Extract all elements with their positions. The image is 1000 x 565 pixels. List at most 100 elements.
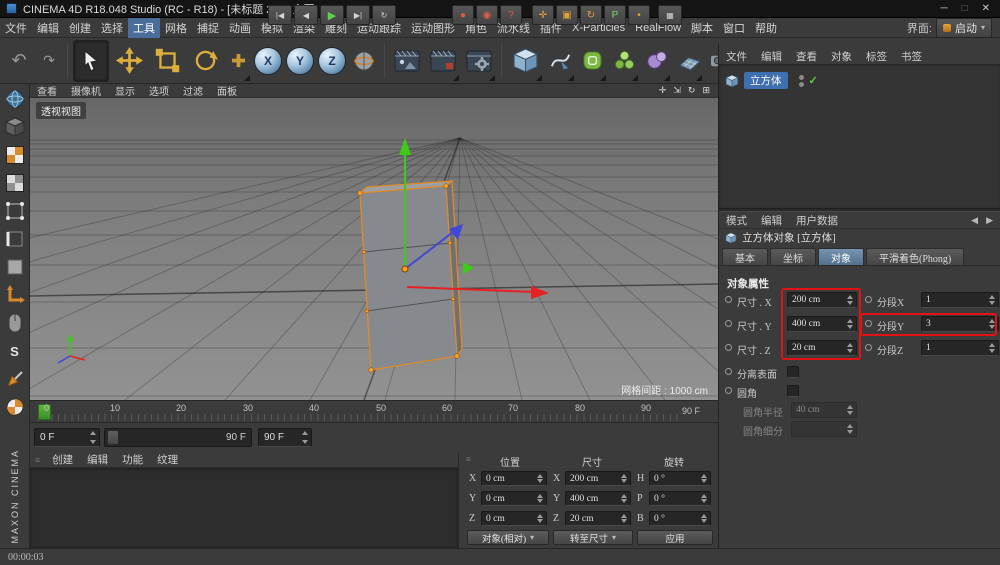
tab-basic[interactable]: 基本 xyxy=(722,248,768,265)
interface-dropdown[interactable]: 启动 ▾ xyxy=(936,18,992,38)
minimize-button[interactable]: ─ xyxy=(940,3,947,14)
om-menu-tags[interactable]: 标签 xyxy=(859,49,894,64)
attr-size-z-field[interactable]: 20 cm xyxy=(787,340,857,356)
viewport-menu-panel[interactable]: 面板 xyxy=(210,83,244,98)
am-menu-mode[interactable]: 模式 xyxy=(719,213,754,228)
om-menu-view[interactable]: 查看 xyxy=(789,49,824,64)
rot-h-field[interactable]: 0 ° xyxy=(649,471,711,486)
render-settings-button[interactable] xyxy=(462,40,496,82)
redo-button[interactable]: ↷ xyxy=(36,40,62,82)
history-forward-icon[interactable]: ▶ xyxy=(986,215,993,226)
viewport-solo-icon[interactable] xyxy=(3,311,27,335)
anim-dot-icon[interactable] xyxy=(725,387,732,394)
tab-phong[interactable]: 平滑着色(Phong) xyxy=(866,248,964,265)
object-list[interactable]: 立方体 ✓ xyxy=(719,64,1000,208)
tab-coordinates[interactable]: 坐标 xyxy=(770,248,816,265)
record-parameter-toggle[interactable]: P xyxy=(604,5,626,25)
lock-x-axis-button[interactable]: X xyxy=(254,47,282,75)
make-editable-icon[interactable] xyxy=(3,87,27,111)
segments-x-field[interactable]: 1 xyxy=(921,292,999,308)
keyframe-grid-button[interactable]: ▦ xyxy=(658,5,682,25)
add-spline-button[interactable] xyxy=(545,40,575,82)
om-menu-edit[interactable]: 编辑 xyxy=(754,49,789,64)
om-menu-bookmarks[interactable]: 书签 xyxy=(894,49,929,64)
live-selection-tool[interactable] xyxy=(73,40,109,82)
om-menu-objects[interactable]: 对象 xyxy=(824,49,859,64)
polygons-mode-icon[interactable] xyxy=(3,255,27,279)
rot-b-field[interactable]: 0 ° xyxy=(649,511,711,526)
viewport-menu-cameras[interactable]: 摄像机 xyxy=(64,83,108,98)
viewport-menu-options[interactable]: 选项 xyxy=(142,83,176,98)
add-array-button[interactable] xyxy=(609,40,639,82)
workplane-mode-icon[interactable] xyxy=(3,171,27,195)
add-deformer-button[interactable] xyxy=(641,40,671,82)
material-menu-texture[interactable]: 纹理 xyxy=(150,452,185,467)
anim-dot-icon[interactable] xyxy=(725,344,732,351)
viewport-menu-view[interactable]: 查看 xyxy=(30,83,64,98)
rotate-view-icon[interactable]: ↻ xyxy=(688,85,696,96)
keyframe-selection-button[interactable]: ? xyxy=(500,5,522,25)
menu-script[interactable]: 脚本 xyxy=(686,18,718,38)
record-rotation-toggle[interactable]: ↻ xyxy=(580,5,602,25)
texture-mode-icon[interactable] xyxy=(3,143,27,167)
anim-dot-icon[interactable] xyxy=(865,320,872,327)
size-y-field[interactable]: 400 cm xyxy=(565,491,631,506)
fillet-checkbox[interactable] xyxy=(787,385,799,397)
menu-create[interactable]: 创建 xyxy=(64,18,96,38)
convert-size-dropdown[interactable]: 转至尺寸▾ xyxy=(553,530,633,545)
material-list-area[interactable] xyxy=(30,468,458,548)
history-back-icon[interactable]: ◀ xyxy=(971,215,978,226)
loop-mode-button[interactable]: ↻ xyxy=(372,5,396,25)
pos-x-field[interactable]: 0 cm xyxy=(481,471,547,486)
anim-dot-icon[interactable] xyxy=(865,296,872,303)
render-view-button[interactable] xyxy=(390,40,424,82)
add-primitive-button[interactable] xyxy=(507,40,543,82)
om-menu-file[interactable]: 文件 xyxy=(719,49,754,64)
menu-file[interactable]: 文件 xyxy=(0,18,32,38)
attr-size-y-field[interactable]: 400 cm xyxy=(787,316,857,332)
menu-animate[interactable]: 动画 xyxy=(224,18,256,38)
visibility-dots-icon[interactable] xyxy=(799,75,804,87)
attr-size-x-field[interactable]: 200 cm xyxy=(787,292,857,308)
am-menu-userdata[interactable]: 用户数据 xyxy=(789,213,845,228)
menu-snap[interactable]: 捕捉 xyxy=(192,18,224,38)
panel-handle-icon[interactable]: ≡ xyxy=(30,455,45,465)
segments-z-field[interactable]: 1 xyxy=(921,340,999,356)
timeline-ruler[interactable]: 0 10 20 30 40 50 60 70 80 90 90 F xyxy=(30,400,718,422)
last-used-tool[interactable] xyxy=(225,40,251,82)
lock-y-axis-button[interactable]: Y xyxy=(286,47,314,75)
menu-mesh[interactable]: 网格 xyxy=(160,18,192,38)
anim-dot-icon[interactable] xyxy=(725,320,732,327)
edges-mode-icon[interactable] xyxy=(3,227,27,251)
render-picture-viewer-button[interactable] xyxy=(426,40,460,82)
rot-p-field[interactable]: 0 ° xyxy=(649,491,711,506)
view-label[interactable]: 透视视图 xyxy=(36,102,86,119)
viewport-menu-filter[interactable]: 过滤 xyxy=(176,83,210,98)
lock-z-axis-button[interactable]: Z xyxy=(318,47,346,75)
menu-tools[interactable]: 工具 xyxy=(128,18,160,38)
axis-mode-icon[interactable] xyxy=(3,283,27,307)
move-tool[interactable] xyxy=(111,40,147,82)
viewport-canvas[interactable]: 网格间距 : 1000 cm 透视视图 xyxy=(30,98,718,400)
snap-icon[interactable]: S xyxy=(3,339,27,363)
anim-dot-icon[interactable] xyxy=(865,344,872,351)
autokey-button[interactable]: ◉ xyxy=(476,5,498,25)
separate-surfaces-checkbox[interactable] xyxy=(787,366,799,378)
slider-thumb[interactable] xyxy=(107,430,119,445)
add-subdivision-surface-button[interactable] xyxy=(577,40,607,82)
record-scale-toggle[interactable]: ▣ xyxy=(556,5,578,25)
end-frame-field[interactable]: 90 F xyxy=(258,428,312,447)
play-button[interactable]: ▶ xyxy=(320,5,344,25)
record-keyframe-button[interactable]: ● xyxy=(452,5,474,25)
previous-frame-button[interactable]: ◀ xyxy=(294,5,318,25)
am-menu-edit[interactable]: 编辑 xyxy=(754,213,789,228)
menu-edit[interactable]: 编辑 xyxy=(32,18,64,38)
coordinate-system-button[interactable] xyxy=(349,40,379,82)
tab-object[interactable]: 对象 xyxy=(818,248,864,265)
size-z-field[interactable]: 20 cm xyxy=(565,511,631,526)
current-frame-field[interactable]: 0 F xyxy=(34,428,100,447)
size-x-field[interactable]: 200 cm xyxy=(565,471,631,486)
points-mode-icon[interactable] xyxy=(3,199,27,223)
material-menu-function[interactable]: 功能 xyxy=(115,452,150,467)
goto-start-button[interactable]: |◀ xyxy=(268,5,292,25)
